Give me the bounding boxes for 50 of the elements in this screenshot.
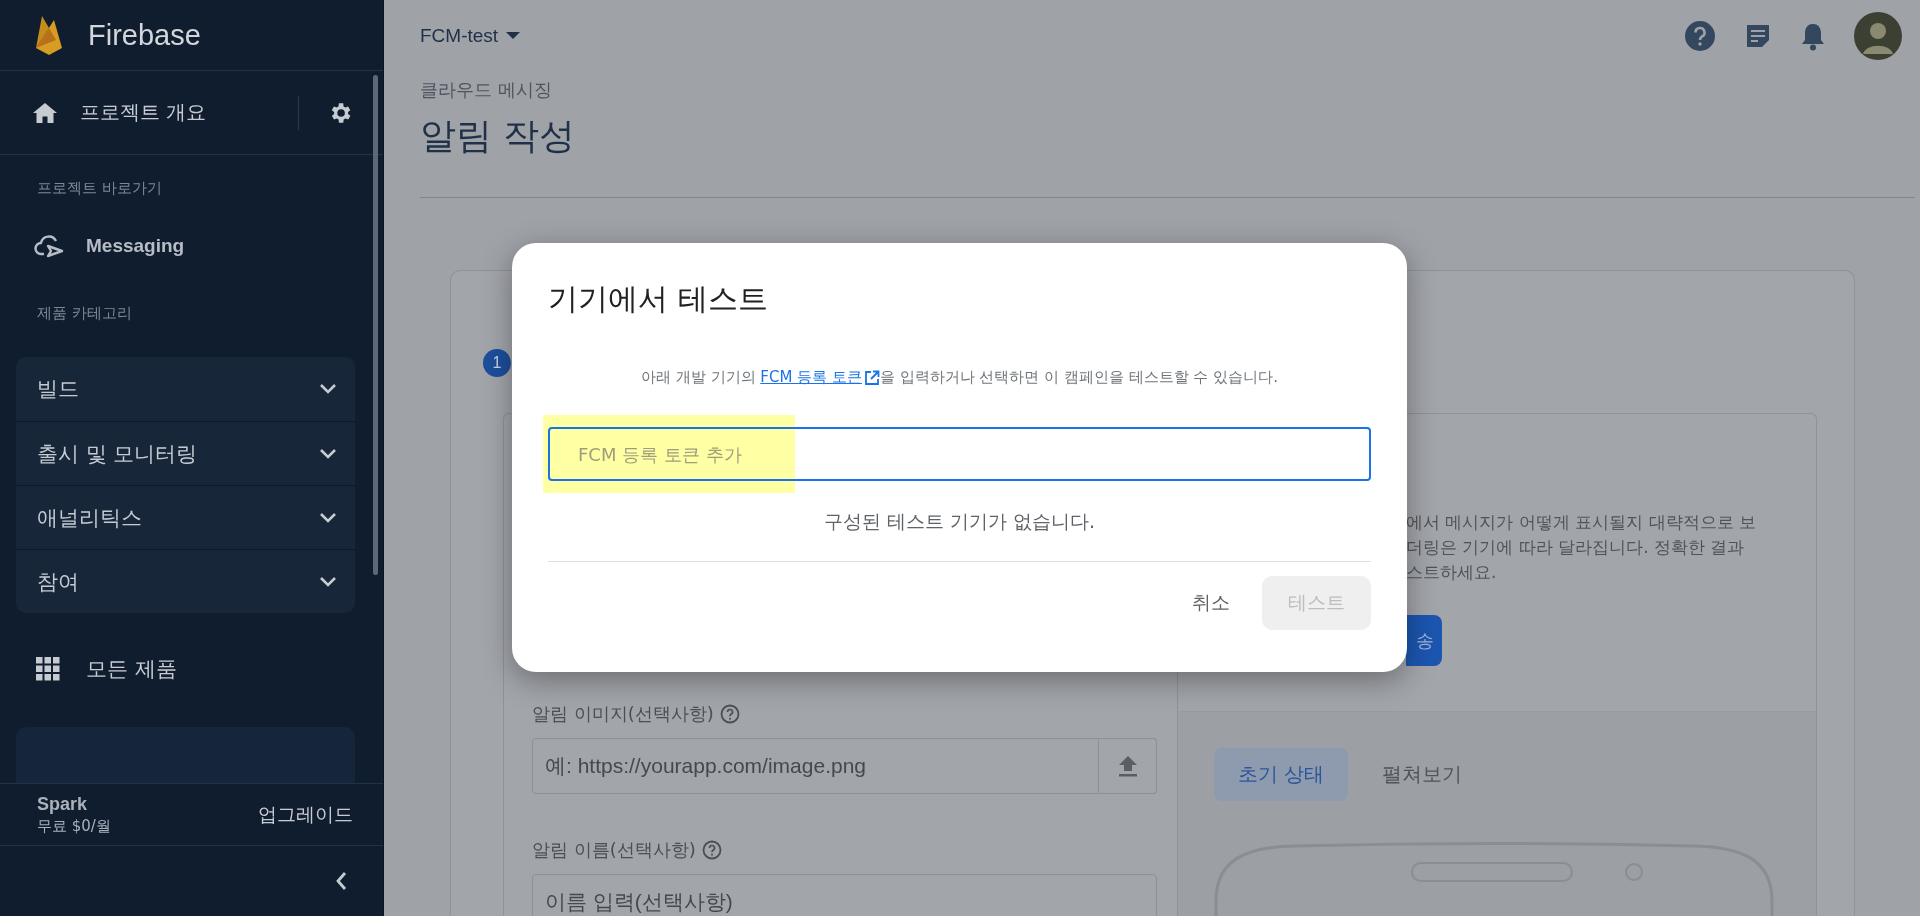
name-field[interactable]: 이름 입력(선택사항) bbox=[532, 874, 1157, 916]
upload-icon bbox=[1117, 755, 1138, 777]
avatar[interactable] bbox=[1854, 12, 1902, 60]
chevron-down-icon bbox=[319, 511, 337, 524]
step-number: 1 bbox=[483, 349, 511, 377]
upgrade-link[interactable]: 업그레이드 bbox=[258, 801, 353, 828]
preview-description: 더링은 기기에 따라 달라집니다. 정확한 결과 bbox=[1406, 536, 1746, 559]
preview-description: 에서 메시지가 어떻게 표시될지 대략적으로 보 bbox=[1406, 511, 1758, 534]
external-link-icon bbox=[863, 369, 880, 386]
home-icon bbox=[32, 101, 58, 124]
plan-price: 무료 $0/월 bbox=[37, 816, 111, 836]
category-item[interactable]: 출시 및 모니터링 bbox=[16, 421, 355, 485]
token-input-field[interactable]: FCM 등록 토큰 추가 bbox=[548, 427, 1371, 481]
category-item[interactable]: 빌드 bbox=[16, 357, 355, 421]
help-icon[interactable] bbox=[701, 840, 722, 860]
chevron-down-icon bbox=[319, 575, 337, 588]
image-url-field[interactable]: 예: https://yourapp.com/image.png bbox=[532, 738, 1099, 794]
category-item[interactable]: 참여 bbox=[16, 549, 355, 613]
project-selector[interactable]: FCM-test bbox=[420, 25, 521, 47]
grid-icon bbox=[36, 657, 60, 681]
field-label: 알림 이름(선택사항) bbox=[532, 838, 696, 862]
preview-description: 스트하세요. bbox=[1406, 561, 1498, 584]
flame-logo-icon bbox=[34, 14, 64, 56]
all-products-link[interactable]: 모든 제품 bbox=[0, 613, 383, 683]
help-icon[interactable] bbox=[719, 704, 740, 724]
project-overview-link[interactable]: 프로젝트 개요 bbox=[32, 99, 298, 126]
token-help-link[interactable]: FCM 등록 토큰 bbox=[760, 368, 880, 387]
plan-name: Spark bbox=[37, 793, 89, 815]
categories-heading: 제품 카테고리 bbox=[36, 303, 133, 323]
brand-name: Firebase bbox=[88, 18, 201, 52]
upload-button[interactable] bbox=[1099, 738, 1157, 794]
category-item[interactable]: 애널리틱스 bbox=[16, 485, 355, 549]
dialog-title: 기기에서 테스트 bbox=[548, 280, 769, 318]
chevron-down-icon bbox=[319, 383, 337, 395]
cloud-send-icon bbox=[34, 234, 66, 258]
cancel-button[interactable]: 취소 bbox=[1192, 576, 1230, 630]
breadcrumb: 클라우드 메시징 bbox=[419, 78, 553, 102]
dialog-description: 아래 개발 기기의 FCM 등록 토큰 을 입력하거나 선택하면 이 캠페인을 테스트할 수 있습니다. bbox=[639, 368, 1280, 387]
shortcut-link[interactable]: Messaging bbox=[0, 198, 383, 280]
notes-icon[interactable] bbox=[1744, 22, 1772, 50]
scrollbar-thumb[interactable] bbox=[373, 75, 378, 575]
page-title: 알림 작성 bbox=[420, 114, 577, 158]
empty-message: 구성된 테스트 기기가 없습니다. bbox=[822, 509, 1097, 534]
dropdown-caret-icon bbox=[506, 32, 521, 40]
bell-icon[interactable] bbox=[1800, 21, 1826, 51]
shortcuts-heading: 프로젝트 바로가기 bbox=[36, 178, 163, 198]
help-icon[interactable] bbox=[1684, 20, 1716, 52]
chevron-left-icon[interactable] bbox=[335, 871, 347, 891]
chevron-down-icon bbox=[319, 447, 337, 460]
field-label: 알림 이미지(선택사항) bbox=[532, 702, 714, 726]
